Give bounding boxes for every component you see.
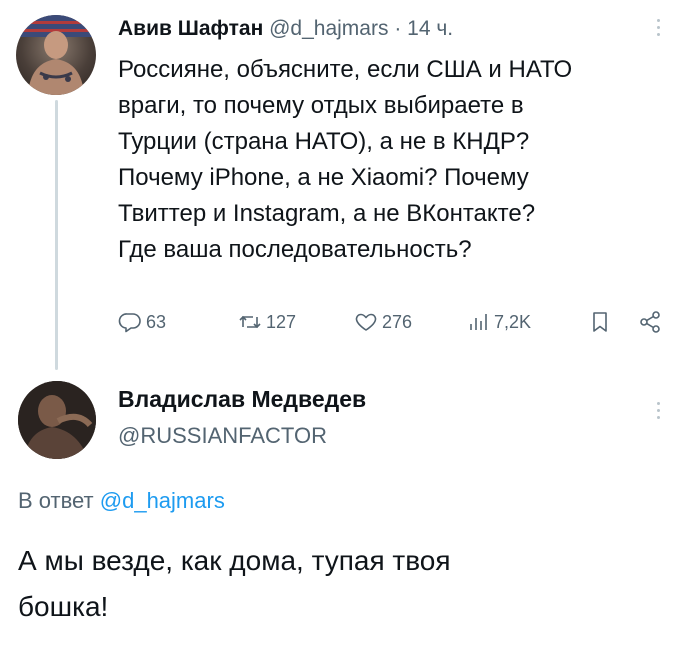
author-handle[interactable]: @d_hajmars (269, 17, 388, 40)
views-icon (470, 314, 487, 330)
author-name[interactable]: Авив Шафтан (118, 17, 263, 40)
reply-text: А мы везде, как дома, тупая твоя бошка! (18, 538, 658, 630)
tweet-text-line: Турции (страна НАТО), а не в КНДР? (118, 128, 530, 155)
views-count: 7,2K (494, 311, 532, 332)
like-icon (355, 313, 377, 331)
more-icon[interactable] (656, 19, 662, 40)
reply-to-handle[interactable]: @d_hajmars (100, 488, 225, 513)
avatar-image (18, 381, 96, 459)
retweet-button[interactable]: 127 (238, 305, 296, 339)
bookmark-button[interactable] (588, 305, 612, 339)
share-button[interactable] (638, 305, 662, 339)
reply-text-line: бошка! (18, 591, 109, 622)
reply-author-name[interactable]: Владислав Медведев (118, 386, 366, 413)
reply-button[interactable]: 63 (118, 305, 166, 339)
thread-line (55, 100, 58, 370)
like-count: 276 (382, 311, 413, 332)
like-button[interactable]: 276 (354, 305, 412, 339)
reply-text-line: А мы везде, как дома, тупая твоя (18, 545, 451, 576)
tweet-text-line: Твиттер и Instagram, а не ВКонтакте? (118, 200, 536, 227)
views-button[interactable]: 7,2K (466, 305, 531, 339)
tweet-time[interactable]: 14 ч. (407, 17, 453, 40)
reply-to-prefix: В ответ (18, 488, 94, 513)
share-icon (640, 311, 660, 333)
reply-author-handle[interactable]: @RUSSIANFACTOR (118, 423, 327, 449)
reply-count: 63 (146, 311, 167, 332)
tweet-text-line: Россияне, объясните, если США и НАТО (118, 56, 573, 83)
reply-to-line: В ответ @d_hajmars (18, 488, 225, 514)
tweet-actions: 63 127 276 7,2K (118, 305, 678, 341)
avatar-vladislav-medvedev[interactable] (18, 381, 96, 459)
bookmark-icon (593, 312, 607, 332)
reply-icon (118, 313, 141, 333)
more-icon[interactable] (656, 402, 662, 423)
tweet-text-line: Почему iPhone, а не Xiaomi? Почему (118, 164, 529, 191)
tweet-text: Россияне, объясните, если США и НАТО вра… (118, 52, 658, 268)
avatar-image (16, 15, 96, 95)
tweet-text-line: Где ваша последовательность? (118, 236, 472, 263)
tweet-header: Авив Шафтан @d_hajmars · 14 ч. (118, 17, 453, 41)
header-separator: · (394, 17, 402, 40)
tweet-text-line: враги, то почему отдых выбираете в (118, 92, 524, 119)
avatar-aviv-shaftan[interactable] (16, 15, 96, 95)
retweet-count: 127 (266, 311, 297, 332)
retweet-icon (239, 315, 261, 329)
